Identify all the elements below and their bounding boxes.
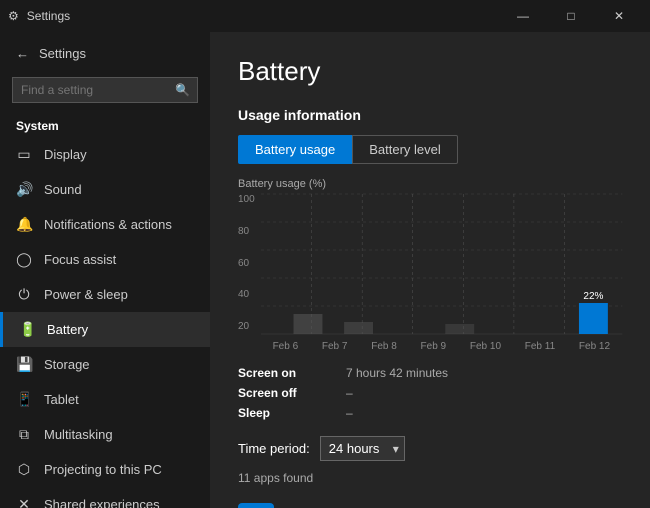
y-label-80: 80 xyxy=(238,226,255,237)
main-layout: ← Settings 🔍 System ▭ Display 🔊 Sound 🔔 … xyxy=(0,32,650,508)
page-title: Battery xyxy=(238,56,622,87)
titlebar-controls: — □ ✕ xyxy=(500,0,642,32)
sidebar-item-label: Tablet xyxy=(44,392,79,407)
date-feb8: Feb 8 xyxy=(371,341,397,352)
sleep-value: – xyxy=(346,404,622,422)
focus-icon: ◯ xyxy=(16,251,32,268)
date-feb11: Feb 11 xyxy=(525,341,555,352)
screen-off-value: – xyxy=(346,384,622,402)
sidebar-item-label: Battery xyxy=(47,322,88,337)
sidebar-item-power[interactable]: ⏻ Power & sleep xyxy=(0,277,210,312)
chart-area: Battery usage (%) 100 80 60 40 20 xyxy=(238,178,622,352)
sidebar-item-label: Display xyxy=(44,147,87,162)
sidebar-item-projecting[interactable]: ⬡ Projecting to this PC xyxy=(0,452,210,487)
settings-icon: ⚙ xyxy=(8,9,19,23)
titlebar-left: ⚙ Settings xyxy=(8,9,70,23)
time-period-select[interactable]: 24 hours 48 hours 1 week xyxy=(320,436,405,461)
sidebar-item-label: Power & sleep xyxy=(44,287,128,302)
sidebar-section: System xyxy=(0,113,210,137)
bar-value-label: 22% xyxy=(583,291,603,302)
sidebar-item-storage[interactable]: 💾 Storage xyxy=(0,347,210,382)
search-container: 🔍 xyxy=(12,77,198,103)
sidebar-item-label: Notifications & actions xyxy=(44,217,172,232)
date-feb6: Feb 6 xyxy=(273,341,299,352)
power-icon: ⏻ xyxy=(16,286,32,303)
close-button[interactable]: ✕ xyxy=(596,0,642,32)
battery-icon: 🔋 xyxy=(19,321,35,338)
search-input[interactable] xyxy=(12,77,198,103)
sidebar-item-notifications[interactable]: 🔔 Notifications & actions xyxy=(0,207,210,242)
y-label-60: 60 xyxy=(238,258,255,269)
sidebar-item-tablet[interactable]: 📱 Tablet xyxy=(0,382,210,417)
chart-y-label: Battery usage (%) xyxy=(238,178,622,190)
display-icon: ▭ xyxy=(16,146,32,163)
back-label: Settings xyxy=(39,46,86,61)
time-period-select-wrapper: 24 hours 48 hours 1 week xyxy=(320,436,405,461)
sound-icon: 🔊 xyxy=(16,181,32,198)
bar-feb10 xyxy=(445,324,474,334)
minimize-button[interactable]: — xyxy=(500,0,546,32)
y-label-40: 40 xyxy=(238,289,255,300)
stats-grid: Screen on 7 hours 42 minutes Screen off … xyxy=(238,364,622,422)
y-label-20: 20 xyxy=(238,321,255,332)
tabs: Battery usage Battery level xyxy=(238,135,622,164)
time-period-label: Time period: xyxy=(238,441,310,456)
screen-on-value: 7 hours 42 minutes xyxy=(346,364,622,382)
sidebar-item-label: Multitasking xyxy=(44,427,113,442)
chart-svg: 22% xyxy=(261,194,622,334)
tab-battery-level[interactable]: Battery level xyxy=(352,135,458,164)
sidebar-item-label: Shared experiences xyxy=(44,497,160,508)
sleep-label: Sleep xyxy=(238,404,338,422)
bar-feb8 xyxy=(344,322,373,334)
bar-feb7 xyxy=(293,314,322,334)
bar-feb12 xyxy=(579,303,608,334)
maximize-button[interactable]: □ xyxy=(548,0,594,32)
screen-on-label: Screen on xyxy=(238,364,338,382)
sidebar-item-shared[interactable]: ✕ Shared experiences xyxy=(0,487,210,508)
back-button[interactable]: ← Settings xyxy=(0,36,210,71)
app-item-system: System 14% xyxy=(238,495,622,508)
sidebar-item-battery[interactable]: 🔋 Battery xyxy=(0,312,210,347)
date-feb10: Feb 10 xyxy=(470,341,501,352)
multitasking-icon: ⧉ xyxy=(16,426,32,443)
back-icon: ← xyxy=(16,46,29,61)
content-area: Battery Usage information Battery usage … xyxy=(210,32,650,508)
projecting-icon: ⬡ xyxy=(16,461,32,478)
titlebar-title: Settings xyxy=(27,9,70,23)
titlebar: ⚙ Settings — □ ✕ xyxy=(0,0,650,32)
sidebar-item-label: Sound xyxy=(44,182,82,197)
search-icon: 🔍 xyxy=(175,83,190,97)
system-app-icon xyxy=(238,503,274,508)
sidebar-item-multitasking[interactable]: ⧉ Multitasking xyxy=(0,417,210,452)
shared-icon: ✕ xyxy=(16,496,32,508)
date-feb7: Feb 7 xyxy=(322,341,348,352)
y-label-100: 100 xyxy=(238,194,255,205)
sidebar-item-display[interactable]: ▭ Display xyxy=(0,137,210,172)
tab-battery-usage[interactable]: Battery usage xyxy=(238,135,352,164)
sidebar-item-label: Projecting to this PC xyxy=(44,462,162,477)
screen-off-label: Screen off xyxy=(238,384,338,402)
sidebar-item-focus[interactable]: ◯ Focus assist xyxy=(0,242,210,277)
date-feb12: Feb 12 xyxy=(579,341,610,352)
sidebar-item-label: Focus assist xyxy=(44,252,116,267)
sidebar: ← Settings 🔍 System ▭ Display 🔊 Sound 🔔 … xyxy=(0,32,210,508)
date-feb9: Feb 9 xyxy=(421,341,447,352)
storage-icon: 💾 xyxy=(16,356,32,373)
chart-dates: Feb 6 Feb 7 Feb 8 Feb 9 Feb 10 Feb 11 Fe… xyxy=(261,339,622,352)
notifications-icon: 🔔 xyxy=(16,216,32,233)
section-usage-title: Usage information xyxy=(238,107,622,123)
time-period-row: Time period: 24 hours 48 hours 1 week xyxy=(238,436,622,461)
tablet-icon: 📱 xyxy=(16,391,32,408)
sidebar-item-sound[interactable]: 🔊 Sound xyxy=(0,172,210,207)
sidebar-item-label: Storage xyxy=(44,357,90,372)
apps-found: 11 apps found xyxy=(238,471,622,485)
